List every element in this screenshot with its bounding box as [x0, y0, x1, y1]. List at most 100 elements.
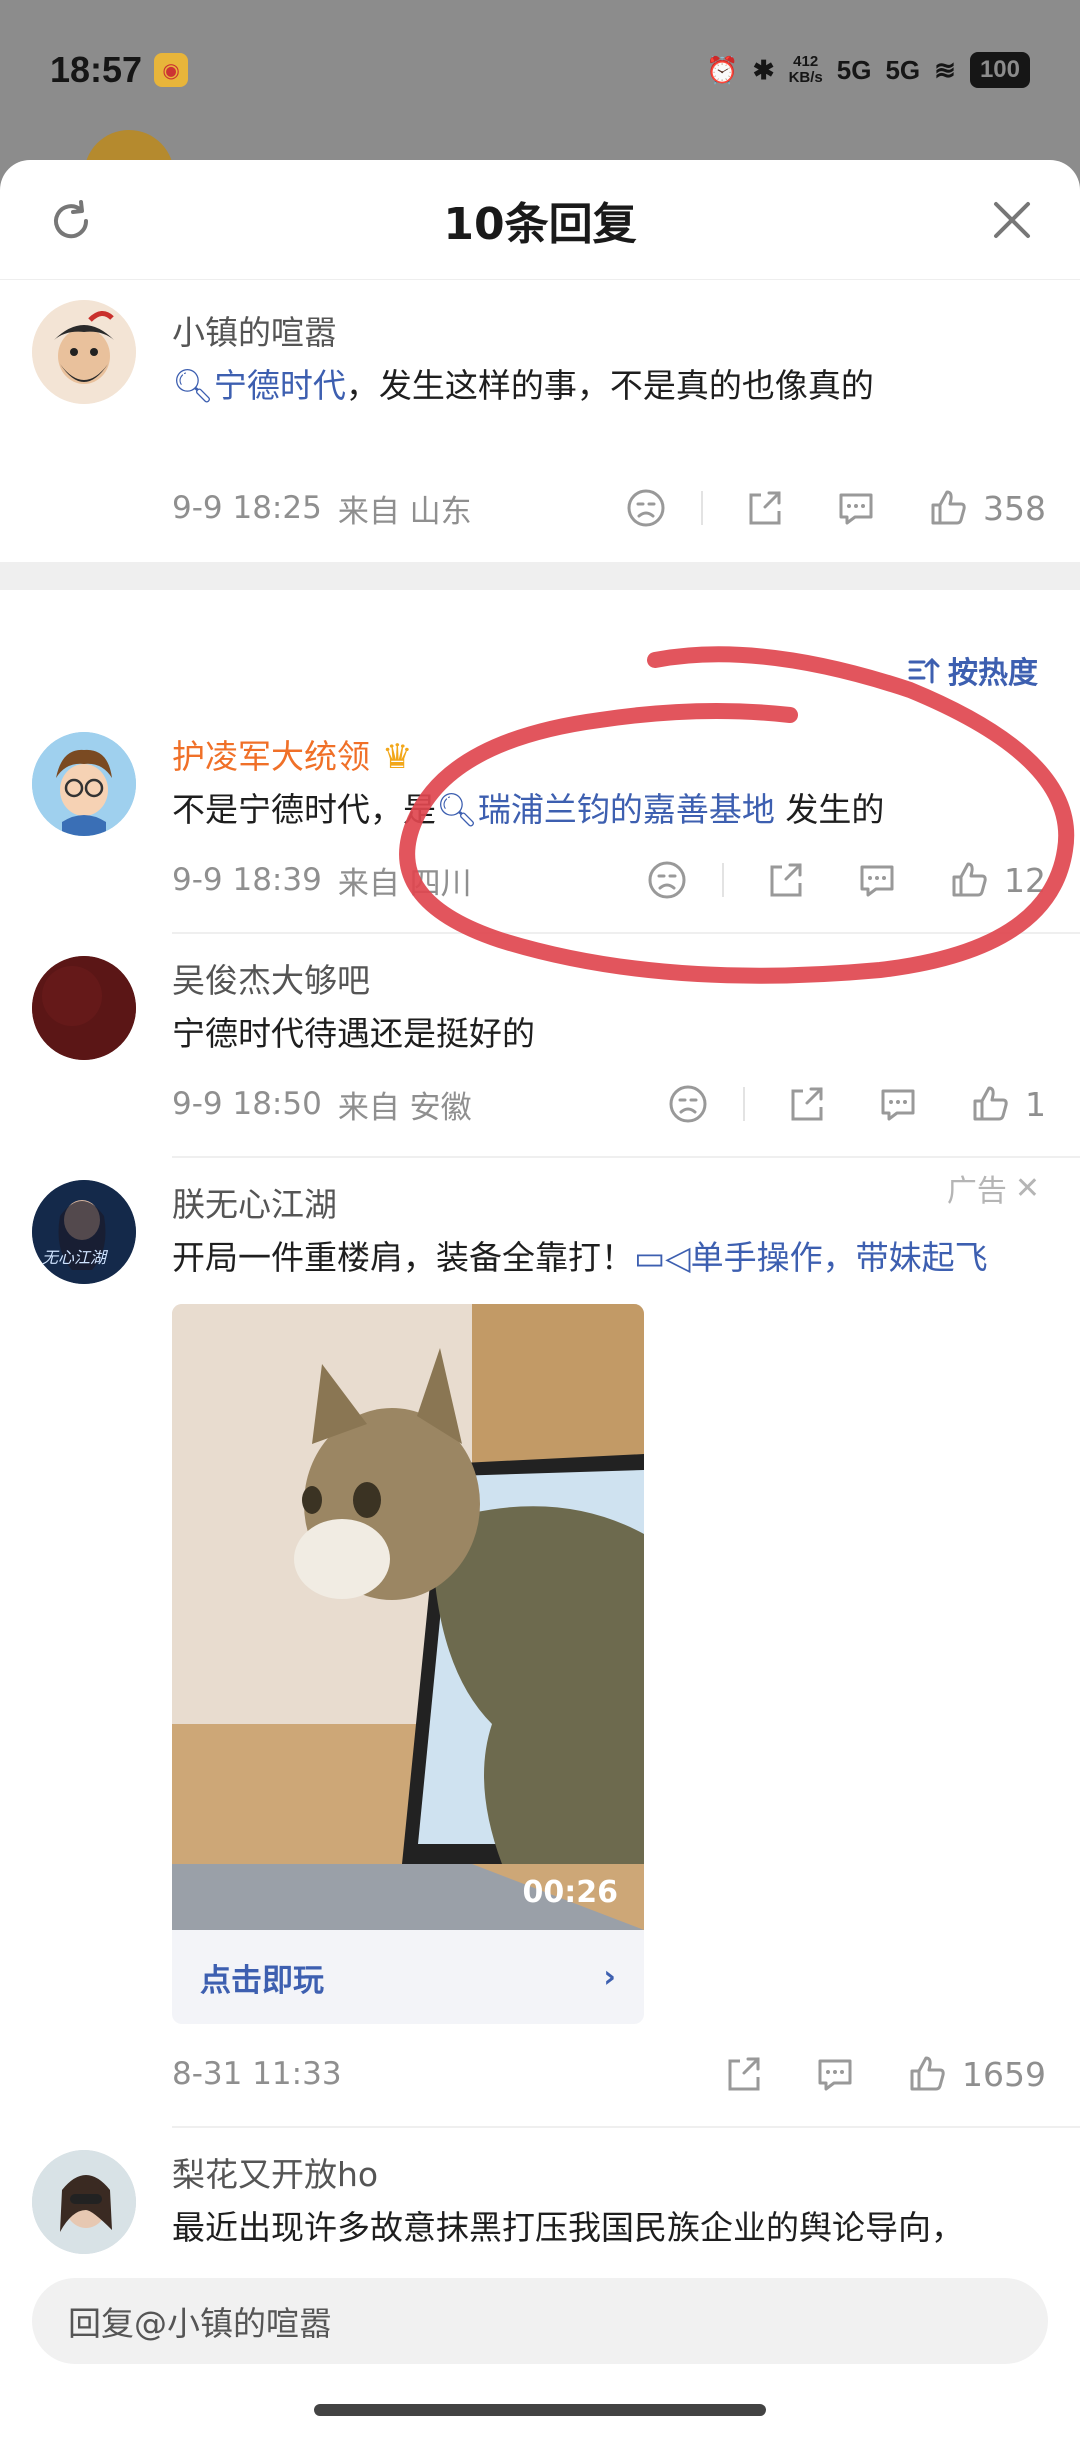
- sub-comment: 吴俊杰大够吧 宁德时代待遇还是挺好的 9-9 18:50 来自 安徽 1: [0, 934, 1080, 1134]
- ad-actions: 1659: [672, 2053, 1046, 2095]
- thumbs-up-icon: [931, 490, 966, 525]
- share-button[interactable]: [743, 487, 785, 529]
- share-button[interactable]: [785, 1083, 827, 1125]
- comment-icon: [860, 865, 894, 897]
- ad-badge[interactable]: 广告 ✕: [947, 1166, 1040, 1210]
- search-icon: 🔍︎: [172, 366, 214, 405]
- search-icon: 🔍︎: [436, 790, 478, 829]
- dislike-button[interactable]: [667, 1083, 709, 1125]
- avatar[interactable]: [32, 300, 136, 404]
- video-link-label: 单手操作，带妹起飞: [690, 1238, 988, 1277]
- reply-button[interactable]: [835, 487, 877, 529]
- comment-location: 来自 安徽: [337, 1089, 472, 1126]
- reply-input[interactable]: 回复@小镇的喧嚣: [32, 2278, 1048, 2364]
- topic-label: 宁德时代: [213, 366, 346, 405]
- comment-text: 🔍︎宁德时代，发生这样的事，不是真的也像真的: [172, 360, 1046, 412]
- reply-placeholder: 回复@小镇的喧嚣: [68, 2304, 332, 2343]
- comment-meta: 9-9 18:50 来自 安徽 1: [172, 1074, 1046, 1134]
- comment-actions: 1: [617, 1083, 1046, 1125]
- battery-indicator: 100: [969, 52, 1030, 88]
- video-link[interactable]: ▭◁单手操作，带妹起飞: [634, 1238, 988, 1277]
- comment-actions: 358: [575, 487, 1046, 529]
- like-button[interactable]: 358: [927, 487, 1046, 529]
- sort-toggle[interactable]: 按热度: [0, 630, 1080, 710]
- like-button[interactable]: 12: [948, 859, 1046, 901]
- comment-icon: [881, 1089, 915, 1121]
- video-icon: ▭◁: [634, 1238, 691, 1277]
- comment-actions: 12: [596, 859, 1046, 901]
- username[interactable]: 吴俊杰大够吧: [172, 956, 1046, 1006]
- like-button[interactable]: 1: [969, 1083, 1046, 1125]
- sub-comment: 梨花又开放ho 最近出现许多故意抹黑打压我国民族企业的舆论导向，: [0, 2128, 1080, 2254]
- comment-body-after: 发生的: [774, 790, 885, 829]
- cta-label: 点击即玩: [200, 1962, 324, 1999]
- dislike-button[interactable]: [625, 487, 667, 529]
- action-divider: [701, 491, 703, 525]
- root-comment: 小镇的喧嚣 🔍︎宁德时代，发生这样的事，不是真的也像真的 9-9 18:25 来…: [0, 280, 1080, 538]
- ad-meta: 8-31 11:33 1659: [172, 2044, 1046, 2104]
- reply-button[interactable]: [856, 859, 898, 901]
- sub-comment: 护凌军大统领 ♛ 不是宁德时代，是🔍︎瑞浦兰钧的嘉善基地 发生的 9-9 18:3…: [0, 710, 1080, 910]
- comment-meta: 9-9 18:39 来自 四川 12: [172, 850, 1046, 910]
- ad-card[interactable]: 00:26 点击即玩 ›: [172, 1304, 644, 2024]
- alarm-icon: ⏰: [706, 54, 739, 85]
- status-time: 18:57: [50, 49, 143, 90]
- wifi-icon: ≋: [934, 54, 956, 85]
- share-button[interactable]: [764, 859, 806, 901]
- thumbs-up-icon: [973, 1086, 1008, 1121]
- ad-video[interactable]: 00:26: [172, 1304, 644, 1930]
- topic-link[interactable]: 🔍︎瑞浦兰钧的嘉善基地: [436, 790, 775, 829]
- comment-icon: [818, 2059, 852, 2091]
- share-button[interactable]: [722, 2053, 764, 2095]
- reply-sheet: 10条回复 小镇的喧嚣 🔍︎宁德时代，发生这样的事，不是真的也像真的 9-9 1…: [0, 160, 1080, 2438]
- sheet-header: 10条回复: [0, 160, 1080, 280]
- like-button[interactable]: 1659: [906, 2053, 1046, 2095]
- play-now-button[interactable]: 点击即玩 ›: [172, 1930, 644, 2024]
- comment-body-before: 不是宁德时代，是: [172, 790, 436, 829]
- avatar[interactable]: [32, 2150, 136, 2254]
- sheet-title: 10条回复: [443, 198, 637, 250]
- avatar[interactable]: [32, 956, 136, 1060]
- like-count: 1: [1025, 1084, 1046, 1124]
- ad-text: 开局一件重楼肩，装备全靠打！▭◁单手操作，带妹起飞: [172, 1232, 1046, 1284]
- comment-text: 不是宁德时代，是🔍︎瑞浦兰钧的嘉善基地 发生的: [172, 784, 1046, 836]
- home-indicator[interactable]: [314, 2404, 766, 2416]
- weibo-notification-icon: ◉: [154, 53, 189, 87]
- cat-video-thumbnail: [172, 1304, 644, 1930]
- avatar[interactable]: [32, 732, 136, 836]
- topic-label: 瑞浦兰钧的嘉善基地: [477, 790, 775, 829]
- status-bar: 18:57 ◉ ⏰ ✱ 412 KB/s 5G 5G ≋ 100: [0, 0, 1080, 140]
- share-icon: [770, 863, 802, 897]
- avatar[interactable]: 无心江湖: [32, 1180, 136, 1284]
- comment-date: 9-9 18:50: [172, 1086, 322, 1122]
- action-divider: [743, 1087, 745, 1121]
- reply-button[interactable]: [814, 2053, 856, 2095]
- comment-body: ，发生这样的事，不是真的也像真的: [345, 366, 874, 405]
- username[interactable]: 护凌军大统领 ♛: [172, 732, 1046, 782]
- avatar-caption: 无心江湖: [42, 1248, 107, 1267]
- like-count: 358: [983, 488, 1046, 528]
- share-icon: [791, 1087, 823, 1121]
- username[interactable]: 梨花又开放ho: [172, 2150, 1046, 2200]
- reply-button[interactable]: [877, 1083, 919, 1125]
- close-icon[interactable]: [988, 196, 1036, 244]
- signal-1: 5G: [836, 54, 872, 85]
- comment-meta: 9-9 18:25 来自 山东 358: [172, 478, 1046, 538]
- sad-face-icon: [648, 861, 686, 899]
- comment-location: 来自 山东: [337, 493, 472, 530]
- sad-face-icon: [627, 489, 665, 527]
- topic-link[interactable]: 🔍︎宁德时代: [172, 366, 346, 405]
- ad-post: 无心江湖 广告 ✕ 朕无心江湖 开局一件重楼肩，装备全靠打！▭◁单手操作，带妹起飞: [0, 1158, 1080, 2104]
- comment-location: 来自 四川: [337, 865, 472, 902]
- net-speed: 412 KB/s: [789, 54, 823, 86]
- username[interactable]: 小镇的喧嚣: [172, 308, 1046, 358]
- net-speed-unit: KB/s: [788, 69, 823, 86]
- refresh-icon[interactable]: [48, 198, 94, 244]
- username[interactable]: 朕无心江湖: [172, 1180, 1046, 1230]
- dislike-button[interactable]: [646, 859, 688, 901]
- status-icons: ⏰ ✱ 412 KB/s 5G 5G ≋ 100: [706, 52, 1030, 88]
- ad-body: 开局一件重楼肩，装备全靠打！: [172, 1238, 634, 1277]
- username-label: 护凌军大统领: [172, 737, 370, 776]
- sort-label: 按热度: [948, 656, 1038, 691]
- ad-label: 广告: [946, 1174, 1007, 1209]
